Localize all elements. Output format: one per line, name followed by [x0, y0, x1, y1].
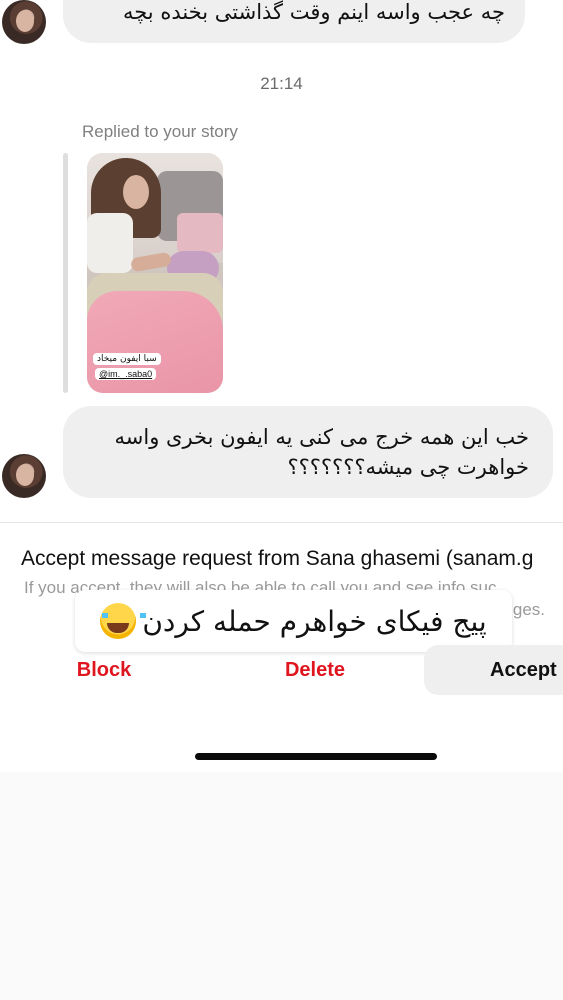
story-caption: سبا ایفون میخاد	[93, 353, 161, 365]
message-bubble[interactable]: خب این همه خرج می کنی یه ایفون بخری واسه…	[63, 406, 553, 498]
dm-thread-screen: چه عجب واسه اینم وقت گذاشتی بخنده بچه 21…	[0, 0, 563, 772]
divider	[0, 522, 563, 523]
accept-button[interactable]: Accept	[424, 645, 563, 695]
story-mention-handle[interactable]: @im._.saba0	[95, 368, 157, 380]
message-request-title: Accept message request from Sana ghasemi…	[21, 547, 534, 570]
story-thumbnail[interactable]: سبا ایفون میخاد @im._.saba0	[87, 153, 223, 393]
message-bubble[interactable]: چه عجب واسه اینم وقت گذاشتی بخنده بچه	[63, 0, 525, 43]
block-button[interactable]: Block	[62, 645, 146, 695]
home-indicator[interactable]	[195, 753, 437, 760]
delete-button[interactable]: Delete	[266, 645, 364, 695]
story-reply-label: Replied to your story	[82, 122, 238, 141]
empty-background	[0, 772, 563, 1000]
story-text-overlay: پیج فیکای خواهرم حمله کردن	[75, 590, 512, 652]
sender-avatar[interactable]	[2, 454, 46, 498]
message-text: خب این همه خرج می کنی یه ایفون بخری واسه…	[114, 425, 529, 479]
sender-avatar[interactable]	[2, 0, 46, 44]
message-text: چه عجب واسه اینم وقت گذاشتی بخنده بچه	[122, 0, 505, 24]
overlay-text: پیج فیکای خواهرم حمله کردن	[142, 604, 487, 638]
message-timestamp: 21:14	[260, 74, 303, 93]
laughing-tears-emoji-icon	[100, 603, 147, 639]
reply-indicator-bar	[63, 153, 68, 393]
